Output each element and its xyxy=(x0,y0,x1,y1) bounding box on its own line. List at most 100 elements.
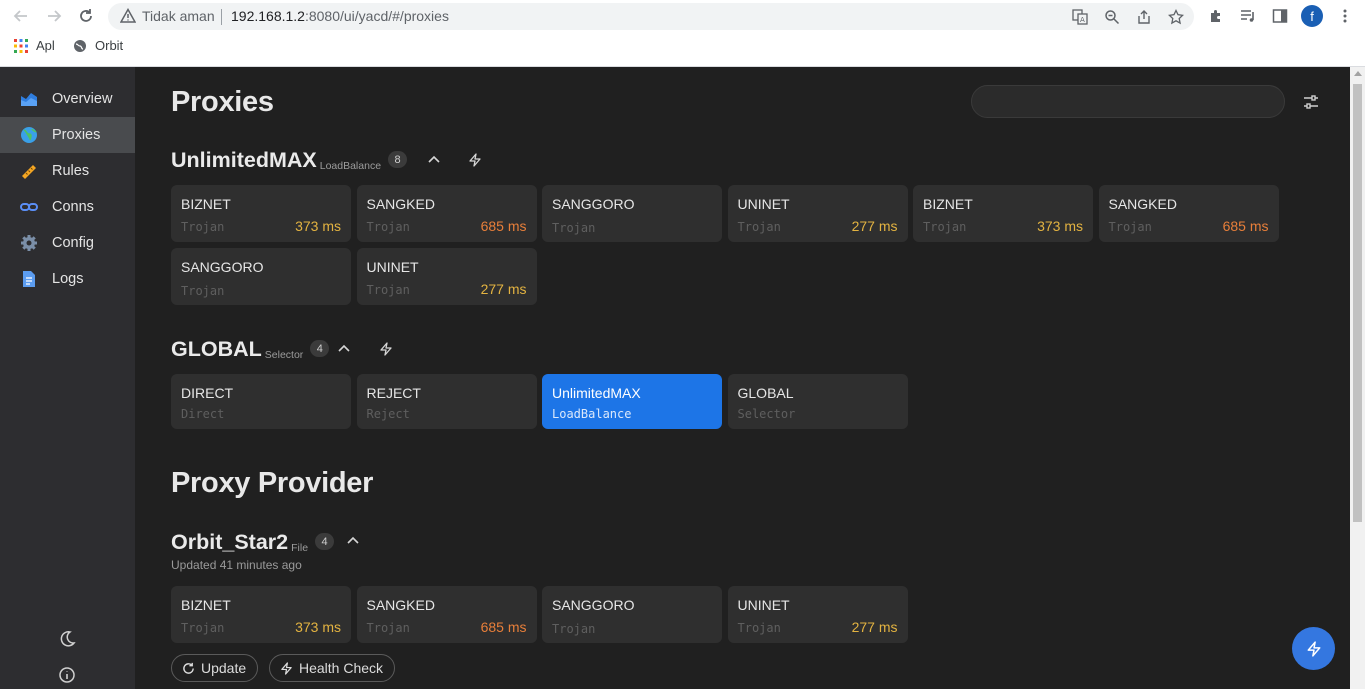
lightning-icon xyxy=(380,342,392,356)
collapse-button[interactable] xyxy=(423,149,445,171)
provider-header: Orbit_Star2 File 4 xyxy=(171,530,335,555)
proxy-type: Direct xyxy=(181,407,225,421)
proxy-name: SANGGORO xyxy=(552,196,635,212)
star-icon[interactable] xyxy=(1166,7,1186,27)
proxy-name: SANGGORO xyxy=(552,597,635,613)
warning-icon xyxy=(120,8,136,23)
proxy-name: BIZNET xyxy=(923,196,973,212)
back-button[interactable] xyxy=(9,4,33,28)
proxy-card[interactable]: UNINET Trojan 277 ms xyxy=(727,586,908,643)
sidebar-item-config[interactable]: Config xyxy=(0,225,135,261)
share-icon[interactable] xyxy=(1134,7,1154,27)
group-count-badge: 4 xyxy=(310,340,330,357)
side-panel-icon[interactable] xyxy=(1269,5,1291,27)
proxy-card[interactable]: SANGKED Trojan 685 ms xyxy=(356,185,537,242)
test-all-fab-button[interactable] xyxy=(1292,627,1335,670)
proxy-card[interactable]: UnlimitedMAX LoadBalance xyxy=(542,374,722,429)
proxy-card[interactable]: UNINET Trojan 277 ms xyxy=(727,185,908,242)
latency-test-button[interactable] xyxy=(375,338,397,360)
group-header: GLOBAL Selector 4 xyxy=(171,337,330,362)
sidebar-item-overview[interactable]: Overview xyxy=(0,81,135,117)
group-count-badge: 8 xyxy=(388,151,408,168)
proxy-latency: 373 ms xyxy=(1037,218,1083,234)
sidebar-item-rules[interactable]: Rules xyxy=(0,153,135,189)
address-bar[interactable]: Tidak aman 192.168.1.2:8080/ui/yacd/#/pr… xyxy=(108,3,1194,30)
arrow-left-icon xyxy=(13,10,27,22)
group-name: UnlimitedMAX xyxy=(171,148,317,172)
globe-icon xyxy=(74,39,86,52)
search-input[interactable] xyxy=(971,85,1285,118)
reload-button[interactable] xyxy=(74,4,98,28)
proxy-card[interactable]: BIZNET Trojan 373 ms xyxy=(171,586,351,643)
url-text[interactable]: 192.168.1.2:8080/ui/yacd/#/proxies xyxy=(231,8,449,24)
sidebar-item-proxies[interactable]: Proxies xyxy=(0,117,135,153)
info-icon[interactable] xyxy=(58,666,76,684)
proxy-card[interactable]: SANGGORO Trojan xyxy=(542,185,722,242)
moon-icon[interactable] xyxy=(58,630,76,648)
lightning-icon xyxy=(1307,640,1320,657)
reading-list-icon[interactable] xyxy=(1237,5,1259,27)
lightning-icon xyxy=(469,153,481,167)
divider xyxy=(221,9,222,25)
zoom-icon[interactable] xyxy=(1102,7,1122,27)
proxy-card[interactable]: SANGGORO Trojan xyxy=(542,586,722,643)
profile-avatar[interactable]: f xyxy=(1301,5,1323,27)
collapse-button[interactable] xyxy=(342,530,364,552)
proxy-name: SANGGORO xyxy=(181,259,264,275)
proxy-latency: 277 ms xyxy=(851,218,898,234)
proxy-latency: 685 ms xyxy=(480,218,527,234)
security-label[interactable]: Tidak aman xyxy=(142,8,215,24)
scroll-up-arrow[interactable] xyxy=(1354,71,1362,76)
scrollbar[interactable] xyxy=(1350,67,1365,689)
latency-test-button[interactable] xyxy=(464,149,486,171)
forward-button[interactable] xyxy=(42,4,66,28)
proxy-card[interactable]: SANGKED Trojan 685 ms xyxy=(1098,185,1279,242)
health-check-button[interactable]: Health Check xyxy=(269,654,396,682)
chevron-up-icon xyxy=(338,344,350,352)
proxy-type: Trojan xyxy=(366,283,410,297)
proxy-name: UNINET xyxy=(737,196,790,212)
sliders-icon[interactable] xyxy=(1301,92,1321,112)
overview-icon xyxy=(21,93,37,106)
proxy-name: SANGKED xyxy=(366,597,435,613)
proxy-type: Trojan xyxy=(552,622,596,636)
proxy-name: REJECT xyxy=(366,385,421,401)
provider-type: File xyxy=(291,542,309,554)
proxy-latency: 373 ms xyxy=(295,619,341,635)
chevron-up-icon xyxy=(428,155,440,163)
proxy-card[interactable]: UNINET Trojan 277 ms xyxy=(356,248,537,305)
sidebar-item-conns[interactable]: Conns xyxy=(0,189,135,225)
collapse-button[interactable] xyxy=(333,338,355,360)
group-type: LoadBalance xyxy=(319,160,382,172)
link-icon xyxy=(20,203,38,211)
sidebar: Overview Proxies Rules Conns Config Logs xyxy=(0,67,135,689)
proxy-latency: 277 ms xyxy=(851,619,898,635)
proxy-card[interactable]: SANGGORO Trojan xyxy=(171,248,351,305)
arrow-right-icon xyxy=(48,10,62,22)
proxy-name: UNINET xyxy=(366,259,419,275)
bookmark-label: Apl xyxy=(36,38,55,53)
proxy-type: Trojan xyxy=(181,284,225,298)
proxy-name: SANGKED xyxy=(1108,196,1177,212)
update-button[interactable]: Update xyxy=(171,654,259,682)
proxy-name: DIRECT xyxy=(181,385,234,401)
proxy-latency: 685 ms xyxy=(480,619,527,635)
proxy-latency: 277 ms xyxy=(480,281,527,297)
proxy-card[interactable]: SANGKED Trojan 685 ms xyxy=(356,586,537,643)
proxy-card[interactable]: DIRECT Direct xyxy=(171,374,351,429)
bookmark-apps[interactable]: Apl xyxy=(14,38,55,53)
bookmark-label: Orbit xyxy=(95,38,124,53)
page-title: Proxies xyxy=(171,86,274,118)
group-header: UnlimitedMAX LoadBalance 8 xyxy=(171,148,408,173)
scrollbar-thumb[interactable] xyxy=(1353,84,1362,522)
proxy-card[interactable]: BIZNET Trojan 373 ms xyxy=(913,185,1093,242)
bookmark-orbit[interactable]: Orbit xyxy=(73,38,123,53)
proxy-card[interactable]: BIZNET Trojan 373 ms xyxy=(171,185,351,242)
menu-dots-icon[interactable] xyxy=(1334,5,1356,27)
extensions-icon[interactable] xyxy=(1205,5,1227,27)
proxy-card[interactable]: GLOBAL Selector xyxy=(727,374,908,429)
translate-icon[interactable]: A xyxy=(1070,7,1090,27)
sidebar-item-logs[interactable]: Logs xyxy=(0,261,135,297)
proxy-type: Trojan xyxy=(1108,220,1152,234)
proxy-card[interactable]: REJECT Reject xyxy=(356,374,537,429)
